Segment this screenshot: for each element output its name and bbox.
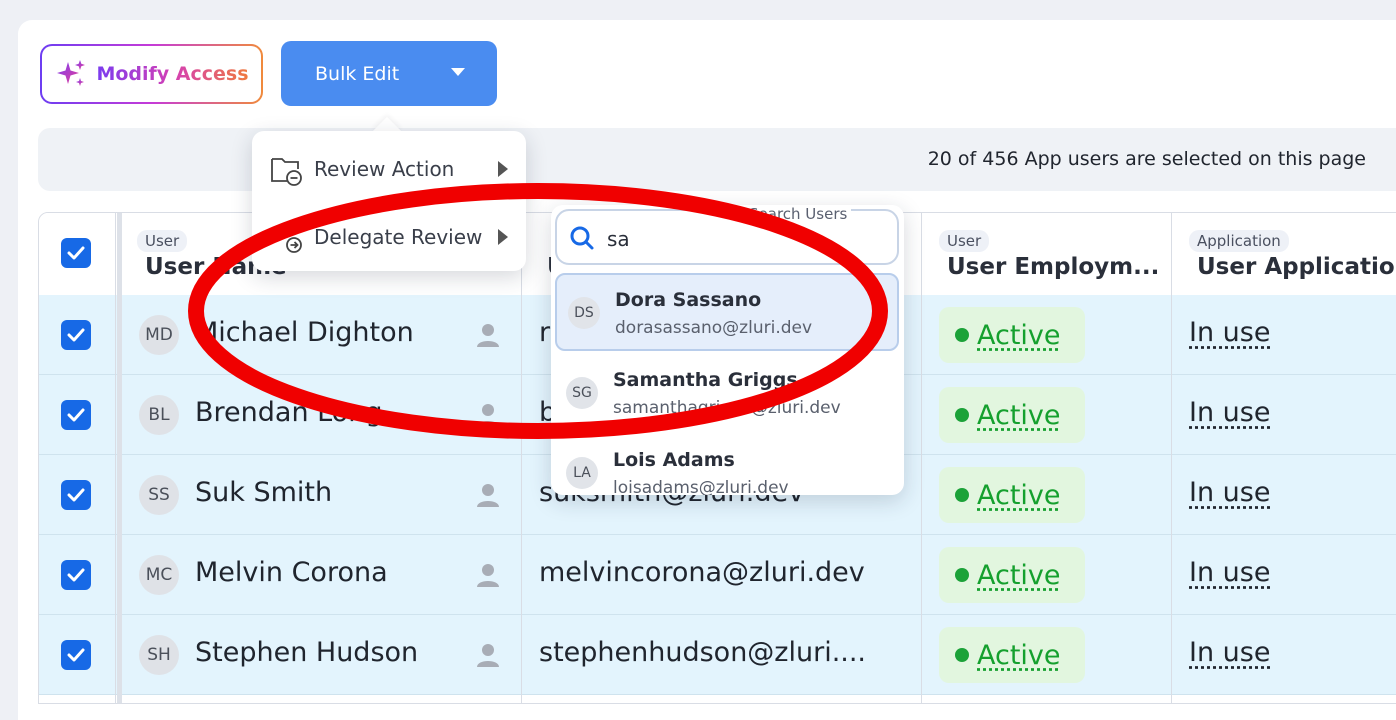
chevron-right-icon: [498, 161, 508, 177]
row-checkbox[interactable]: [61, 320, 91, 350]
chevron-right-icon: [498, 229, 508, 245]
user-result-item[interactable]: LA Lois Adams loisadams@zluri.dev: [555, 435, 899, 495]
header-user-application[interactable]: User Application: [1197, 254, 1396, 280]
status-badge[interactable]: Active: [939, 467, 1085, 523]
status-dot: [955, 568, 969, 582]
result-email: samanthagriggs@zluri.dev: [613, 398, 841, 418]
row-checkbox[interactable]: [61, 400, 91, 430]
modify-access-button[interactable]: Modify Access: [40, 44, 263, 104]
avatar: DS: [568, 297, 600, 329]
user-icon: [476, 402, 500, 428]
header-tag-application: Application: [1189, 230, 1289, 252]
user-name: Brendan Long: [195, 397, 382, 428]
menu-item-delegate-review[interactable]: Delegate Review: [252, 203, 526, 271]
folder-minus-icon: [270, 153, 304, 187]
check-icon: [67, 488, 85, 502]
app-status[interactable]: In use: [1189, 637, 1270, 668]
header-user-employment[interactable]: User Employm...: [947, 254, 1159, 280]
check-icon: [67, 648, 85, 662]
avatar: LA: [566, 457, 598, 489]
user-result-item[interactable]: DS Dora Sassano dorasassano@zluri.dev: [555, 273, 899, 351]
search-users-popup: Search Users DS Dora Sassano dorasassano…: [551, 205, 904, 495]
row-checkbox[interactable]: [61, 560, 91, 590]
check-icon: [67, 246, 85, 260]
status-badge[interactable]: Active: [939, 627, 1085, 683]
check-icon: [67, 568, 85, 582]
status-dot: [955, 648, 969, 662]
status-dot: [955, 408, 969, 422]
result-name: Samantha Griggs: [613, 369, 798, 391]
user-icon: [476, 642, 500, 668]
avatar: SH: [139, 635, 179, 675]
user-name: Melvin Corona: [195, 557, 388, 588]
avatar: SS: [139, 475, 179, 515]
chevron-down-icon[interactable]: [451, 68, 465, 76]
app-status[interactable]: In use: [1189, 477, 1270, 508]
select-all-checkbox[interactable]: [61, 238, 91, 268]
status-text: Active: [977, 640, 1061, 671]
status-badge[interactable]: Active: [939, 547, 1085, 603]
column-divider: [921, 213, 922, 703]
column-divider: [1171, 213, 1172, 703]
result-email: dorasassano@zluri.dev: [615, 318, 812, 338]
row-checkbox[interactable]: [61, 640, 91, 670]
bulk-edit-label: Bulk Edit: [315, 63, 399, 85]
bulk-edit-button[interactable]: Bulk Edit: [281, 41, 497, 106]
search-users-legend: Search Users: [745, 205, 851, 223]
column-divider: [521, 213, 522, 703]
app-status[interactable]: In use: [1189, 317, 1270, 348]
user-icon: [476, 322, 500, 348]
menu-item-label: Review Action: [314, 157, 454, 181]
user-name: Suk Smith: [195, 477, 332, 508]
search-icon: [569, 225, 595, 251]
result-name: Dora Sassano: [615, 289, 761, 311]
selection-count-text: 20 of 456 App users are selected on this…: [928, 148, 1366, 170]
user-result-item[interactable]: SG Samantha Griggs samanthagriggs@zluri.…: [555, 355, 899, 433]
search-users-input[interactable]: [605, 225, 889, 253]
user-name: Michael Dighton: [195, 317, 414, 348]
bulk-edit-menu: Review Action Delegate Review: [252, 131, 526, 271]
table-row[interactable]: SH Stephen Hudson stephenhudson@zluri...…: [39, 615, 1396, 695]
search-users-field[interactable]: Search Users: [555, 209, 899, 265]
delegate-icon: [270, 221, 304, 255]
user-email: stephenhudson@zluri....: [539, 637, 866, 668]
status-dot: [955, 328, 969, 342]
user-icon: [476, 482, 500, 508]
modify-access-label: Modify Access: [96, 63, 248, 85]
status-text: Active: [977, 560, 1061, 591]
status-text: Active: [977, 480, 1061, 511]
status-dot: [955, 488, 969, 502]
sparkle-icon: [54, 58, 88, 90]
table-row[interactable]: MC Melvin Corona melvincorona@zluri.dev …: [39, 535, 1396, 615]
menu-item-review-action[interactable]: Review Action: [252, 135, 526, 203]
app-status[interactable]: In use: [1189, 397, 1270, 428]
avatar: MD: [139, 315, 179, 355]
status-badge[interactable]: Active: [939, 307, 1085, 363]
menu-item-label: Delegate Review: [314, 225, 482, 249]
user-name: Stephen Hudson: [195, 637, 418, 668]
column-divider: [115, 213, 116, 703]
result-email: loisadams@zluri.dev: [613, 478, 789, 495]
status-text: Active: [977, 320, 1061, 351]
avatar: BL: [139, 395, 179, 435]
user-email: r: [539, 317, 550, 348]
header-tag-employment: User: [939, 230, 989, 252]
avatar: MC: [139, 555, 179, 595]
user-email: melvincorona@zluri.dev: [539, 557, 865, 588]
avatar: SG: [566, 377, 598, 409]
status-badge[interactable]: Active: [939, 387, 1085, 443]
header-tag-user-name: User: [137, 230, 187, 252]
status-text: Active: [977, 400, 1061, 431]
check-icon: [67, 408, 85, 422]
check-icon: [67, 328, 85, 342]
app-status[interactable]: In use: [1189, 557, 1270, 588]
result-name: Lois Adams: [613, 449, 735, 471]
column-divider: [117, 213, 122, 703]
selection-bar: 20 of 456 App users are selected on this…: [38, 128, 1396, 191]
user-icon: [476, 562, 500, 588]
row-checkbox[interactable]: [61, 480, 91, 510]
